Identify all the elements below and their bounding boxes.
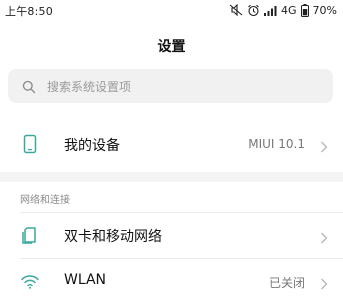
chevron-right-icon [320,138,328,153]
network-type: 4G [281,3,297,17]
wlan-label: WLAN [64,272,107,288]
search-icon [22,79,36,94]
wlan-status: 已关闭 [268,276,305,290]
chevron-right-icon [320,275,328,290]
my-device-row[interactable]: 我的设备 MIUI 10.1 [0,122,343,168]
sim-card-icon [20,225,40,245]
mute-icon [229,4,243,16]
wlan-row[interactable]: WLAN 已关闭 [0,258,343,304]
search-input[interactable]: 搜索系统设置项 [8,69,333,103]
section-separator [0,172,343,182]
battery-percent: 70% [312,3,337,17]
section-header-network: 网络和连接 [20,195,70,206]
wifi-icon [20,271,40,291]
search-placeholder: 搜索系统设置项 [47,80,132,94]
page-title: 设置 [157,39,186,55]
chevron-right-icon [320,229,328,244]
battery-icon [300,3,309,17]
dual-sim-label: 双卡和移动网络 [64,229,162,245]
alarm-icon [247,4,260,17]
miui-version: MIUI 10.1 [248,137,305,151]
status-icons: 4G 70% [229,2,337,18]
my-device-label: 我的设备 [64,138,120,154]
dual-sim-mobile-network-row[interactable]: 双卡和移动网络 [0,212,343,258]
row-divider [20,258,343,259]
row-divider [20,212,343,213]
status-bar: 上午8:50 4G 70% [0,0,343,20]
status-time: 上午8:50 [5,5,53,18]
signal-icon [264,5,277,16]
phone-icon [20,134,40,154]
